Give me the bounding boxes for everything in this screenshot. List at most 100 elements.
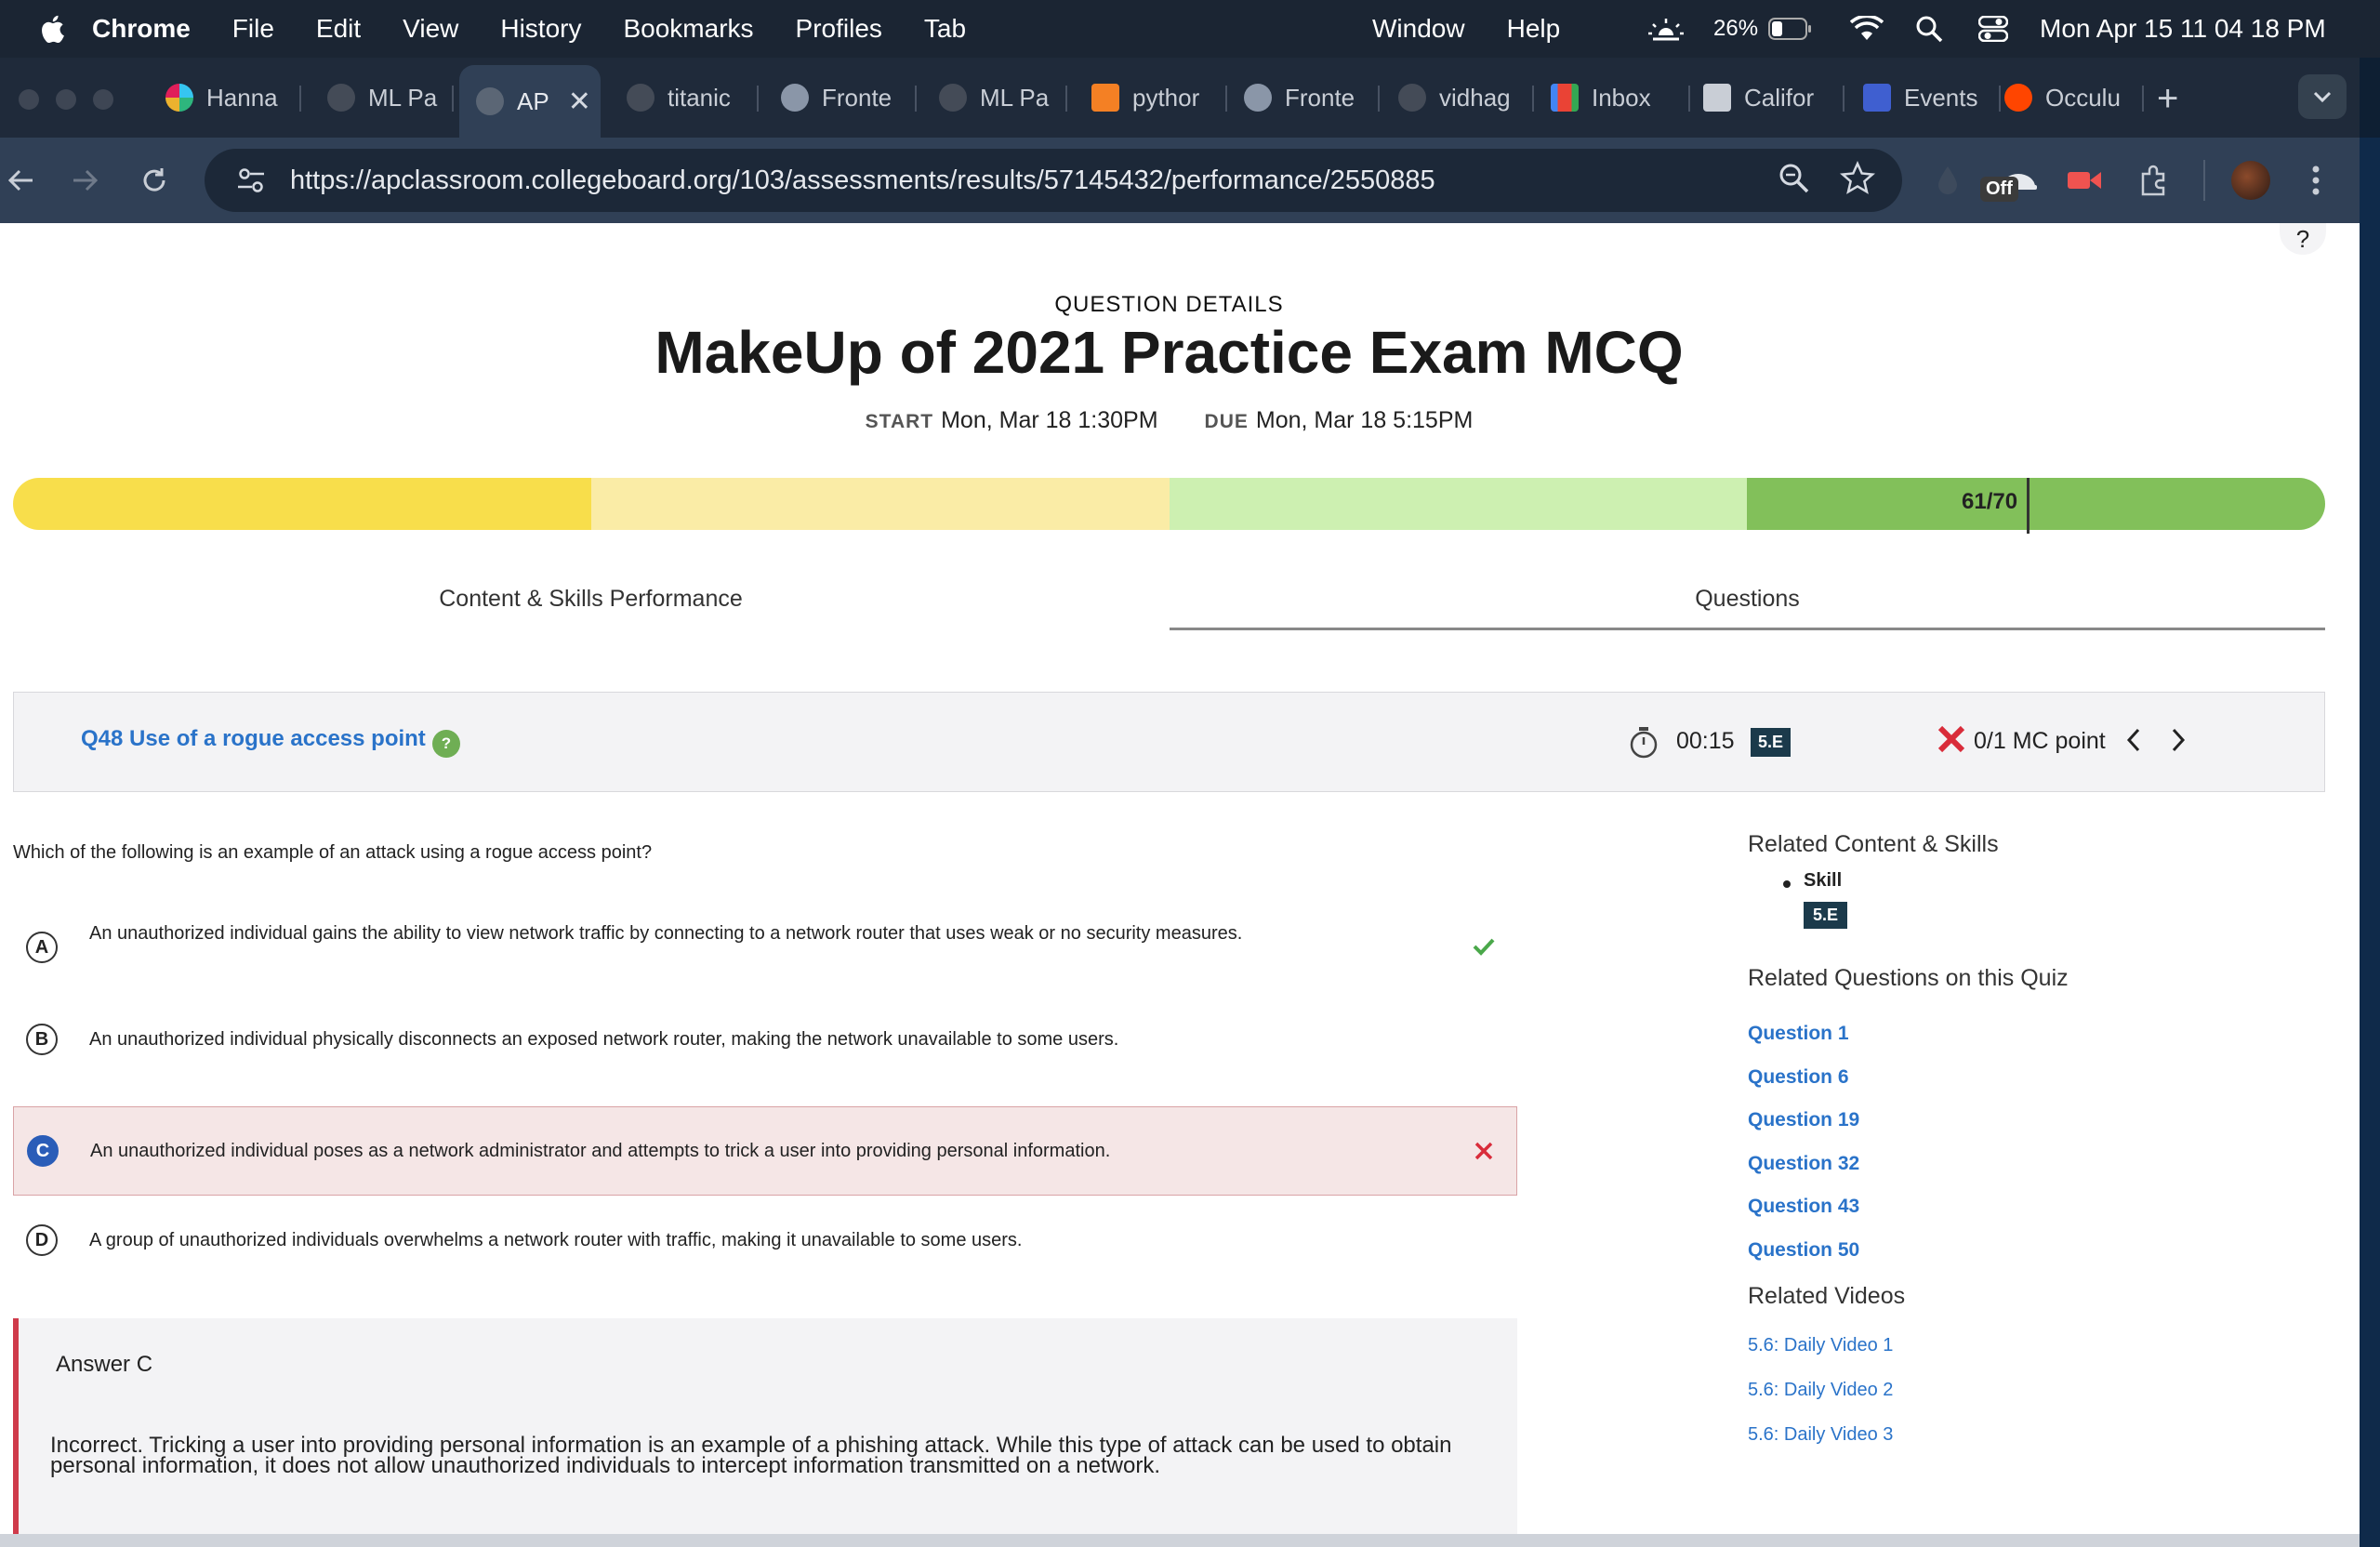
- window-bottom-edge: [0, 1534, 2360, 1547]
- window-zoom-button[interactable]: [93, 89, 113, 110]
- tab-title: ML Pa: [368, 83, 438, 112]
- related-question-link[interactable]: Question 32: [1748, 1153, 1859, 1175]
- tab-title: vidhag: [1439, 83, 1511, 112]
- choice-letter: B: [26, 1024, 58, 1055]
- browser-tab-8[interactable]: vidhag: [1385, 65, 1534, 130]
- tab-close-icon[interactable]: ✕: [568, 86, 591, 118]
- related-question-link[interactable]: Question 50: [1748, 1239, 1859, 1262]
- answer-explanation: Answer C Incorrect. Tricking a user into…: [13, 1318, 1517, 1547]
- related-video-link[interactable]: 5.6: Daily Video 2: [1748, 1380, 1893, 1401]
- tab-content-skills-performance[interactable]: Content & Skills Performance: [13, 567, 1169, 630]
- desktop-background-edge: [2360, 138, 2380, 1547]
- brightness-icon[interactable]: [1646, 0, 1686, 58]
- start-label: START: [865, 411, 934, 432]
- answer-choice-c[interactable]: C An unauthorized individual poses as a …: [13, 1106, 1517, 1196]
- extension-screen-recorder-icon[interactable]: [2062, 160, 2107, 201]
- address-bar[interactable]: https://apclassroom.collegeboard.org/103…: [205, 149, 1902, 212]
- github-icon: [1398, 84, 1426, 112]
- menu-view[interactable]: View: [403, 14, 458, 44]
- choice-text: A group of unauthorized individuals over…: [89, 1230, 1023, 1250]
- browser-tab-1[interactable]: ML Pa: [312, 65, 454, 130]
- answer-choice-d[interactable]: D A group of unauthorized individuals ov…: [13, 1207, 1517, 1274]
- control-center-icon[interactable]: [1978, 0, 2008, 58]
- site-settings-tune-icon[interactable]: [221, 158, 281, 203]
- related-video-link[interactable]: 5.6: Daily Video 1: [1748, 1335, 1893, 1356]
- menu-right-group: Window Help: [1372, 0, 1602, 58]
- menu-history[interactable]: History: [500, 14, 581, 44]
- new-tab-plus-icon[interactable]: +: [2157, 78, 2178, 120]
- page-eyebrow: QUESTION DETAILS: [1054, 292, 1284, 317]
- help-button[interactable]: ?: [2280, 223, 2326, 255]
- related-question-link[interactable]: Question 6: [1748, 1066, 1849, 1089]
- tab-title: Fronte: [822, 83, 892, 112]
- github-icon: [627, 84, 654, 112]
- browser-tab-9[interactable]: Inbox: [1540, 65, 1690, 130]
- stopwatch-icon: [1628, 726, 1659, 764]
- graduation-cap-icon: [1703, 84, 1731, 112]
- browser-tab-active[interactable]: AP ✕: [459, 65, 601, 138]
- window-minimize-button[interactable]: [56, 89, 76, 110]
- answer-choice-b[interactable]: B An unauthorized individual physically …: [13, 1006, 1517, 1073]
- browser-tab-12[interactable]: Occulu: [2004, 65, 2144, 130]
- menu-file[interactable]: File: [232, 14, 274, 44]
- answer-choice-a[interactable]: A An unauthorized individual gains the a…: [13, 911, 1517, 985]
- related-question-link[interactable]: Question 19: [1748, 1109, 1859, 1131]
- github-icon: [939, 84, 967, 112]
- back-arrow-icon[interactable]: [0, 160, 41, 201]
- browser-tab-5[interactable]: ML Pa: [926, 65, 1067, 130]
- profile-avatar[interactable]: [2229, 160, 2272, 201]
- menu-help[interactable]: Help: [1507, 14, 1561, 44]
- related-content-heading: Related Content & Skills: [1748, 831, 1999, 857]
- tab-questions[interactable]: Questions: [1170, 567, 2325, 630]
- menu-profiles[interactable]: Profiles: [796, 14, 882, 44]
- menu-edit[interactable]: Edit: [316, 14, 361, 44]
- browser-tab-11[interactable]: Events: [1850, 65, 2001, 130]
- browser-tab-0[interactable]: Hanna: [160, 65, 301, 130]
- menu-tab[interactable]: Tab: [924, 14, 966, 44]
- github-icon: [327, 84, 355, 112]
- related-video-link[interactable]: 5.6: Daily Video 3: [1748, 1424, 1893, 1446]
- forward-arrow-icon[interactable]: [65, 160, 106, 201]
- related-question-link[interactable]: Question 43: [1748, 1196, 1859, 1218]
- browser-tab-6[interactable]: pythor: [1078, 65, 1227, 130]
- menu-bookmarks[interactable]: Bookmarks: [623, 14, 753, 44]
- browser-tab-10[interactable]: Califor: [1694, 65, 1844, 130]
- choice-letter: C: [27, 1135, 59, 1167]
- clock-datetime[interactable]: Mon Apr 15 11 04 18 PM: [2040, 0, 2326, 58]
- window-close-button[interactable]: [19, 89, 39, 110]
- question-title-link[interactable]: Q48 Use of a rogue access point: [81, 726, 426, 752]
- reload-icon[interactable]: [134, 160, 175, 201]
- choice-letter: A: [26, 932, 58, 963]
- spotlight-search-icon[interactable]: [1915, 0, 1943, 58]
- extensions-puzzle-icon[interactable]: [2133, 160, 2174, 201]
- apple-logo-icon[interactable]: [40, 15, 64, 43]
- bookmark-star-icon[interactable]: [1839, 160, 1876, 202]
- battery-icon[interactable]: [1768, 0, 1813, 58]
- next-question-chevron-icon[interactable]: [2169, 726, 2188, 759]
- previous-question-chevron-icon[interactable]: [2124, 726, 2143, 759]
- start-value: Mon, Mar 18 1:30PM: [941, 407, 1158, 433]
- menu-app-chrome[interactable]: Chrome: [92, 14, 191, 44]
- related-question-link[interactable]: Question 1: [1748, 1023, 1849, 1045]
- url-text[interactable]: https://apclassroom.collegeboard.org/103…: [290, 165, 1435, 196]
- stackoverflow-icon: [1091, 84, 1119, 112]
- skill-badge: 5.E: [1804, 902, 1848, 929]
- tab-title: Inbox: [1592, 83, 1651, 112]
- question-points: 0/1 MC point: [1974, 728, 2106, 754]
- choice-letter: D: [26, 1224, 58, 1256]
- question-help-icon[interactable]: ?: [432, 730, 460, 758]
- tab-title: Hanna: [206, 83, 278, 112]
- browser-tab-4[interactable]: Fronte: [768, 65, 917, 130]
- extension-drop-icon[interactable]: [1934, 160, 1962, 201]
- browser-tab-3[interactable]: titanic: [617, 65, 759, 130]
- tab-search-chevron-down-icon[interactable]: [2298, 74, 2347, 119]
- incorrect-x-icon: [1937, 724, 1966, 759]
- zoom-magnifier-icon[interactable]: [1776, 160, 1813, 202]
- incorrect-x-icon: [1474, 1141, 1494, 1167]
- tab-title: titanic: [668, 83, 731, 112]
- browser-menu-kebab-icon[interactable]: [2302, 160, 2330, 201]
- wifi-icon[interactable]: [1850, 0, 1884, 58]
- browser-tab-7[interactable]: Fronte: [1231, 65, 1380, 130]
- menu-window[interactable]: Window: [1372, 14, 1465, 44]
- assignment-dates: START Mon, Mar 18 1:30PM DUE Mon, Mar 18 5:…: [0, 407, 2338, 434]
